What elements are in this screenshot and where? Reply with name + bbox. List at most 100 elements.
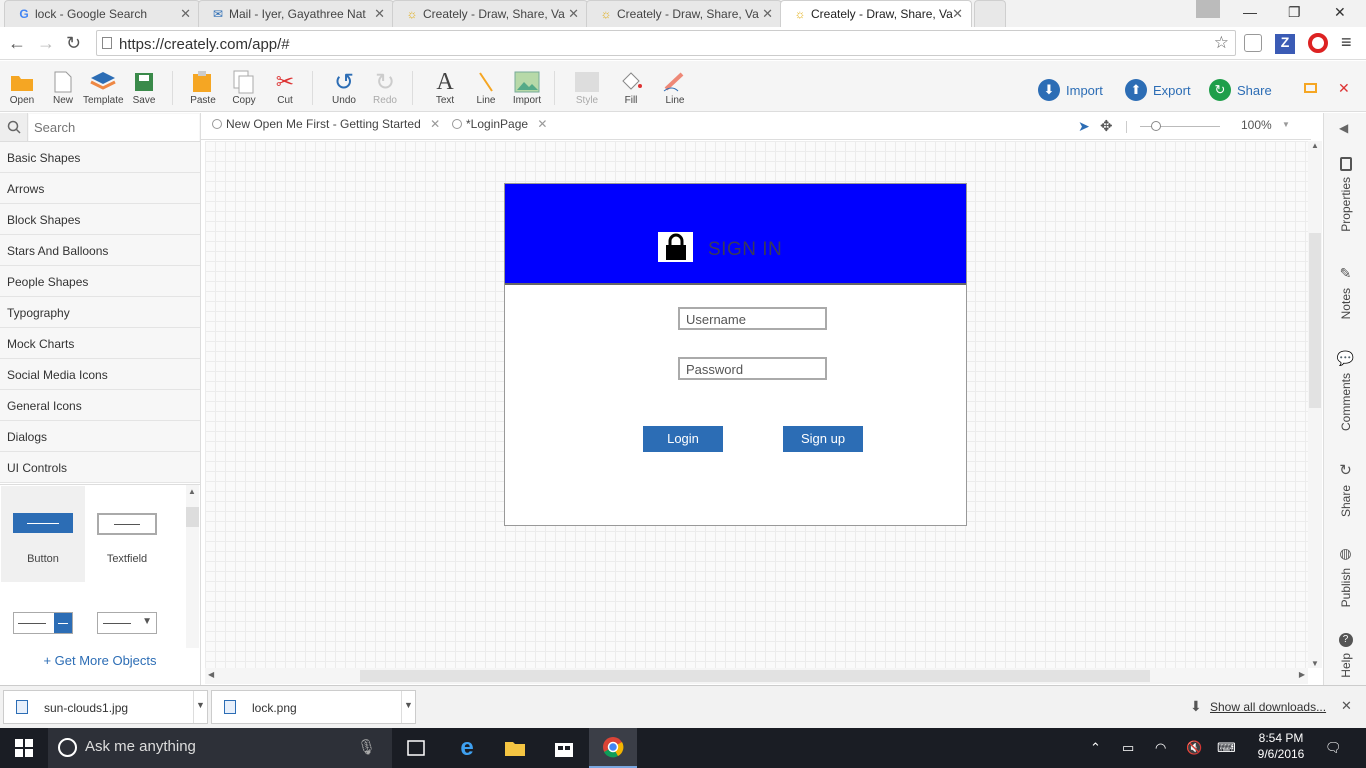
- library-category-block-shapes[interactable]: Block Shapes: [0, 204, 200, 235]
- close-icon[interactable]: ✕: [1341, 698, 1352, 714]
- new-button[interactable]: New: [43, 69, 83, 106]
- clock[interactable]: 8:54 PM 9/6/2016: [1254, 731, 1308, 761]
- show-all-downloads-link[interactable]: Show all downloads...: [1210, 700, 1326, 714]
- save-button[interactable]: Save: [124, 69, 164, 106]
- sidebar-item-comments[interactable]: 💬 Comments: [1324, 350, 1366, 431]
- username-field[interactable]: Username: [678, 307, 827, 330]
- browser-tab-creately-1[interactable]: ☼ Creately - Draw, Share, Va ✕: [392, 0, 588, 27]
- pan-icon[interactable]: ✥: [1100, 117, 1113, 135]
- library-category-mock-charts[interactable]: Mock Charts: [0, 328, 200, 359]
- shape-textfield[interactable]: Textfield: [85, 486, 169, 582]
- chevron-down-icon[interactable]: ▼: [1282, 120, 1290, 129]
- sidebar-item-properties[interactable]: Properties: [1324, 157, 1366, 232]
- tab-getting-started[interactable]: New Open Me First - Getting Started ✕: [212, 117, 440, 139]
- close-icon[interactable]: ✕: [374, 6, 385, 22]
- library-category-basic-shapes[interactable]: Basic Shapes: [0, 142, 200, 173]
- close-app-icon[interactable]: ✕: [1338, 80, 1350, 97]
- cut-button[interactable]: ✂ Cut: [265, 69, 305, 106]
- export-button[interactable]: ⬆ Export: [1125, 78, 1191, 102]
- download-item-lock[interactable]: lock.png ▼: [211, 690, 416, 724]
- wifi-icon[interactable]: ◠: [1155, 740, 1166, 756]
- line-button[interactable]: Line: [466, 69, 506, 106]
- chevron-up-icon[interactable]: ⌃: [1090, 740, 1101, 756]
- sidebar-item-help[interactable]: ? Help: [1324, 633, 1366, 678]
- canvas-horizontal-scrollbar[interactable]: ◀ ▶: [205, 668, 1308, 684]
- notifications-icon[interactable]: 🗨: [1325, 740, 1342, 756]
- signup-button[interactable]: Sign up: [783, 426, 863, 452]
- browser-tab-mail[interactable]: ✉ Mail - Iyer, Gayathree Nat ✕: [198, 0, 394, 27]
- shape-button[interactable]: Button: [1, 486, 85, 582]
- open-button[interactable]: Open: [2, 69, 42, 106]
- browser-tab-google[interactable]: G lock - Google Search ✕: [4, 0, 200, 27]
- download-item-sun-clouds[interactable]: sun-clouds1.jpg ▼: [3, 690, 208, 724]
- url-input[interactable]: https://creately.com/app/# ☆: [96, 30, 1236, 56]
- import-button[interactable]: ⬇ Import: [1038, 78, 1103, 102]
- text-button[interactable]: A Text: [425, 69, 465, 107]
- tab-loginpage[interactable]: *LoginPage ✕: [452, 117, 547, 139]
- library-category-social-media-icons[interactable]: Social Media Icons: [0, 359, 200, 390]
- library-category-stars-balloons[interactable]: Stars And Balloons: [0, 235, 200, 266]
- window-close-icon[interactable]: ✕: [1334, 4, 1346, 21]
- library-category-arrows[interactable]: Arrows: [0, 173, 200, 204]
- close-icon[interactable]: ✕: [180, 6, 191, 22]
- login-button[interactable]: Login: [643, 426, 723, 452]
- library-category-general-icons[interactable]: General Icons: [0, 390, 200, 421]
- shape-dropdown[interactable]: ▼: [97, 612, 157, 634]
- store-icon[interactable]: [540, 728, 588, 768]
- volume-icon[interactable]: 🔇: [1186, 740, 1202, 756]
- zoom-level[interactable]: 100%: [1241, 118, 1272, 132]
- task-view-icon[interactable]: [392, 728, 440, 768]
- star-icon[interactable]: ☆: [1214, 33, 1229, 53]
- back-icon[interactable]: ←: [8, 33, 26, 54]
- library-category-dialogs[interactable]: Dialogs: [0, 421, 200, 452]
- chevron-down-icon[interactable]: ▼: [193, 691, 207, 723]
- sidebar-item-notes[interactable]: ✎ Notes: [1324, 265, 1366, 319]
- palette-scrollbar[interactable]: ▲: [186, 485, 199, 648]
- library-category-typography[interactable]: Typography: [0, 297, 200, 328]
- browser-tab-creately-active[interactable]: ☼ Creately - Draw, Share, Va ✕: [780, 0, 972, 27]
- close-icon[interactable]: ✕: [568, 6, 579, 22]
- collapse-icon[interactable]: ◀: [1339, 121, 1348, 135]
- user-avatar-icon[interactable]: [1196, 0, 1220, 18]
- password-field[interactable]: Password: [678, 357, 827, 380]
- library-category-ui-controls[interactable]: UI Controls: [0, 452, 200, 483]
- share-button[interactable]: ↻ Share: [1209, 78, 1272, 102]
- chrome-icon[interactable]: [589, 728, 637, 768]
- diagram-canvas[interactable]: SIGN IN Username Password Login Sign up: [205, 141, 1308, 668]
- close-icon[interactable]: ✕: [952, 6, 963, 22]
- template-button[interactable]: Template: [83, 69, 124, 106]
- paste-button[interactable]: Paste: [183, 69, 223, 106]
- reload-icon[interactable]: ↻: [66, 33, 81, 54]
- opera-icon[interactable]: [1308, 33, 1328, 53]
- style-button[interactable]: Style: [567, 69, 607, 106]
- lock-icon[interactable]: [658, 232, 693, 262]
- shape-spinner[interactable]: [13, 612, 73, 634]
- microphone-icon[interactable]: 🎙: [357, 738, 376, 756]
- redo-button[interactable]: ↻ Redo: [365, 69, 405, 107]
- sidebar-item-publish[interactable]: ◍ Publish: [1324, 545, 1366, 607]
- extension-icon[interactable]: [1244, 34, 1262, 52]
- menu-icon[interactable]: ≡: [1341, 32, 1352, 53]
- library-category-people-shapes[interactable]: People Shapes: [0, 266, 200, 297]
- edge-icon[interactable]: e: [443, 728, 491, 768]
- close-icon[interactable]: ✕: [762, 6, 773, 22]
- close-icon[interactable]: ✕: [430, 117, 440, 131]
- forward-icon[interactable]: →: [37, 33, 55, 54]
- canvas-vertical-scrollbar[interactable]: ▲ ▼: [1308, 141, 1322, 668]
- zotero-icon[interactable]: Z: [1275, 34, 1295, 54]
- copy-button[interactable]: Copy: [224, 69, 264, 106]
- keyboard-icon[interactable]: ⌨: [1217, 740, 1236, 756]
- close-icon[interactable]: ✕: [537, 117, 547, 131]
- pointer-icon[interactable]: ➤: [1078, 118, 1090, 135]
- import-image-button[interactable]: Import: [507, 69, 547, 106]
- browser-tab-creately-2[interactable]: ☼ Creately - Draw, Share, Va ✕: [586, 0, 782, 27]
- windows-start-icon[interactable]: [0, 728, 48, 768]
- zoom-slider-handle[interactable]: [1151, 121, 1161, 131]
- restore-panel-icon[interactable]: [1304, 83, 1317, 93]
- login-mockup[interactable]: SIGN IN Username Password Login Sign up: [504, 183, 967, 526]
- new-tab-button[interactable]: [974, 0, 1006, 27]
- signin-title[interactable]: SIGN IN: [708, 239, 782, 261]
- sidebar-item-share[interactable]: ↻ Share: [1324, 461, 1366, 517]
- file-explorer-icon[interactable]: [491, 728, 539, 768]
- undo-button[interactable]: ↺ Undo: [324, 69, 364, 107]
